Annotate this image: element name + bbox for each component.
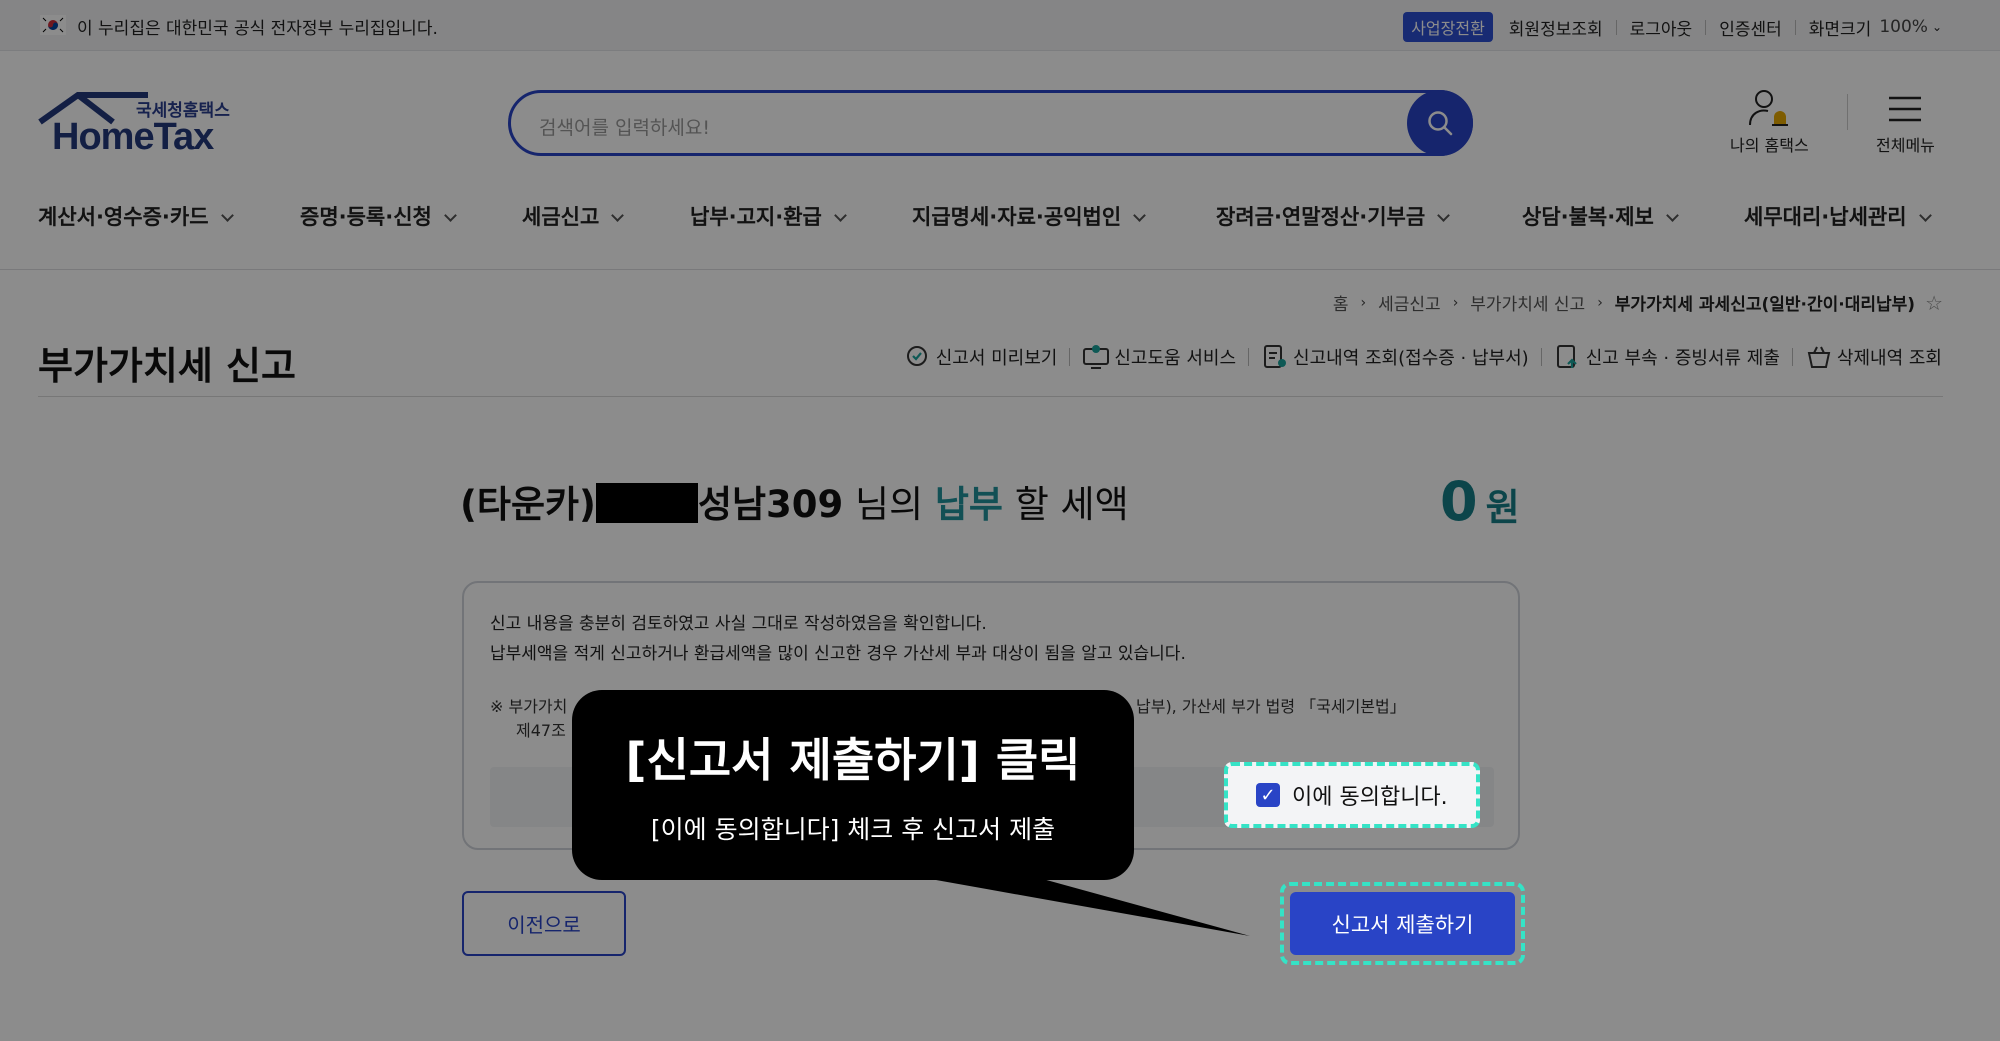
callout-pointer [880,870,1250,936]
callout-title: [신고서 제출하기] 클릭 [625,733,1081,787]
instruction-callout: [신고서 제출하기] 클릭 [이에 동의합니다] 체크 후 신고서 제출 [572,690,1134,880]
callout-subtitle: [이에 동의합니다] 체크 후 신고서 제출 [650,815,1056,844]
